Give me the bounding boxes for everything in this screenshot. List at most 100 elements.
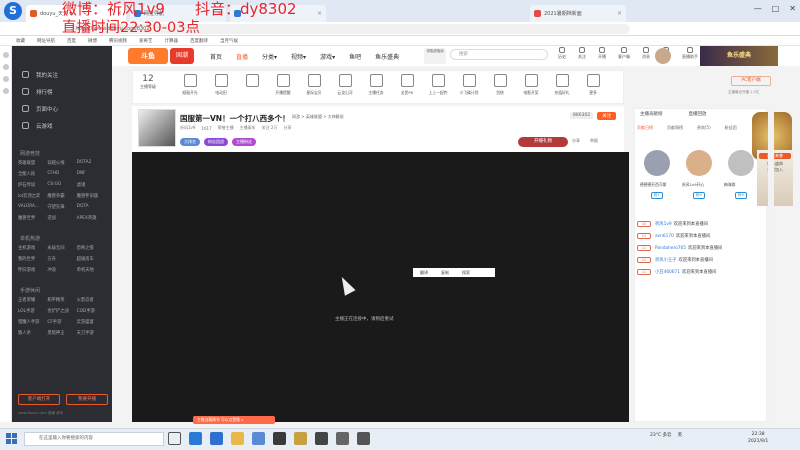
sidebar-game-link[interactable]: 逆战 bbox=[47, 215, 76, 221]
sidebar-game-link[interactable]: 主机游戏 bbox=[18, 245, 47, 251]
search-input[interactable]: 搜索 bbox=[450, 49, 548, 60]
store-icon[interactable] bbox=[252, 432, 265, 445]
context-menu-item[interactable]: 搜索 bbox=[462, 270, 470, 276]
nav-item[interactable]: 游戏▾ bbox=[320, 52, 335, 61]
room-meta-item[interactable]: 分享 bbox=[283, 125, 291, 131]
rank-subtab[interactable]: 贡献周榜 bbox=[667, 125, 683, 131]
event-banner[interactable]: 鱼乐盛典 bbox=[700, 46, 778, 66]
top-fan-avatar[interactable] bbox=[644, 150, 670, 176]
sidebar-game-link[interactable]: 恐怖之夜 bbox=[77, 245, 106, 251]
header-icon-item[interactable]: 直播助手 bbox=[682, 47, 698, 60]
bookmark-item[interactable]: 收藏 bbox=[16, 38, 25, 44]
toolbar-item[interactable] bbox=[238, 74, 266, 90]
header-icon-item[interactable]: 历史 bbox=[558, 47, 566, 60]
tab-close-icon[interactable]: × bbox=[617, 10, 622, 17]
rank-subtab[interactable]: 粉丝团 bbox=[725, 125, 737, 131]
sidebar-game-link[interactable]: 黑暗神王 bbox=[47, 330, 76, 336]
bookmark-item[interactable]: 百度 bbox=[67, 38, 76, 44]
toolbar-item[interactable]: 星际宝贝 bbox=[300, 74, 328, 96]
sidebar-game-link[interactable]: 全能人民 bbox=[18, 171, 47, 177]
bookmark-item[interactable]: 网址导航 bbox=[37, 38, 55, 44]
chat-username[interactable]: Pandahero765 bbox=[655, 246, 686, 251]
weather-text[interactable]: 23°C 多云 bbox=[650, 432, 672, 438]
sidebar-game-link[interactable]: 魔兽世界 bbox=[18, 215, 47, 221]
room-tag[interactable]: 大排名 bbox=[180, 138, 200, 146]
chat-username[interactable]: axn6170 bbox=[655, 234, 674, 239]
gift-open-button[interactable]: 开播礼物 bbox=[518, 137, 568, 147]
sidebar-game-link[interactable]: 冲浪 bbox=[47, 267, 76, 273]
close-icon[interactable]: ✕ bbox=[789, 4, 796, 13]
toolbar-item[interactable]: 顺鼓开光 bbox=[176, 74, 204, 96]
task-view-icon[interactable] bbox=[168, 432, 181, 445]
toolbar-item[interactable]: 全民PK bbox=[393, 74, 421, 96]
bookmark-item[interactable]: 腾讯视频 bbox=[109, 38, 127, 44]
tab-close-icon[interactable]: × bbox=[317, 10, 322, 17]
context-menu-item[interactable]: 翻译 bbox=[420, 270, 428, 276]
header-icon-item[interactable]: 开播 bbox=[598, 47, 606, 60]
nav-item[interactable]: 首页 bbox=[210, 52, 222, 61]
edge-icon[interactable] bbox=[189, 432, 202, 445]
toolbar-item[interactable]: 小飞碟计划 bbox=[455, 74, 483, 96]
sidebar-game-link[interactable]: 滤镜 bbox=[77, 182, 106, 188]
maximize-icon[interactable]: □ bbox=[772, 4, 780, 13]
sidebar-game-link[interactable]: CF手游 bbox=[47, 319, 76, 325]
nav-item[interactable]: 鱼乐盛典 bbox=[375, 52, 399, 61]
sidebar-item[interactable]: 排行榜 bbox=[12, 83, 112, 100]
promo-badge[interactable]: 领取超值版 bbox=[424, 48, 446, 64]
start-stream-button[interactable]: 我要开播 bbox=[66, 394, 108, 405]
room-tag[interactable]: 主播粉丝 bbox=[232, 138, 256, 146]
browser-tab[interactable]: 2021暑期档新面 × bbox=[530, 5, 626, 22]
sidebar-game-link[interactable]: 金铲铲之战 bbox=[47, 308, 76, 314]
panel-scrollbar[interactable] bbox=[768, 108, 774, 422]
header-icon-item[interactable]: 客户端 bbox=[618, 47, 630, 60]
toolbar-item[interactable]: 剑侠 bbox=[486, 74, 514, 96]
sidebar-game-link[interactable]: 我的世界 bbox=[18, 256, 47, 262]
sidebar-game-link[interactable]: COD手游 bbox=[77, 308, 106, 314]
folder-icon[interactable] bbox=[231, 432, 244, 445]
nav-item[interactable]: 分类▾ bbox=[262, 52, 277, 61]
sidebar-game-link[interactable]: 怀旧游戏 bbox=[18, 267, 47, 273]
sidebar-game-link[interactable]: 天刀手游 bbox=[77, 330, 106, 336]
nav-item[interactable]: 鱼吧 bbox=[349, 52, 361, 61]
rank-tab[interactable]: 直播回放 bbox=[689, 111, 707, 117]
pc-client-button[interactable]: PC客户端 bbox=[731, 76, 771, 86]
context-menu-item[interactable]: 复制 bbox=[441, 270, 449, 276]
site-logo[interactable]: 斗鱼 bbox=[128, 48, 168, 64]
toolbar-item[interactable]: 更多 bbox=[579, 74, 607, 96]
toolbar-item[interactable]: 上上一起钓 bbox=[424, 74, 452, 96]
top-fan-avatar[interactable] bbox=[686, 150, 712, 176]
rank-subtab[interactable]: 贡献日榜 bbox=[637, 125, 653, 131]
sidebar-item[interactable]: 我的关注 bbox=[12, 66, 112, 83]
rank-subtab[interactable]: 贵宾(5) bbox=[697, 125, 711, 131]
bookmark-item[interactable]: 微博 bbox=[88, 38, 97, 44]
toolbar-item[interactable]: 主播任务 bbox=[362, 74, 390, 96]
sidebar-game-link[interactable]: LOL手游 bbox=[18, 308, 47, 314]
bookmark-item[interactable]: 爱奇艺 bbox=[139, 38, 153, 44]
sidebar-game-link[interactable]: 穿越火线 bbox=[47, 160, 76, 166]
sidebar-game-link[interactable]: DOTA bbox=[77, 204, 106, 210]
chat-username[interactable]: 祈风小王子 bbox=[655, 257, 676, 263]
taskbar-search-input[interactable]: 在这里输入你要搜索的内容 bbox=[24, 432, 164, 446]
chat-username[interactable]: 祈风1v9 bbox=[655, 221, 672, 227]
tv-icon[interactable] bbox=[357, 432, 370, 445]
media-icon[interactable] bbox=[315, 432, 328, 445]
sidebar-game-link[interactable]: CFHD bbox=[47, 171, 76, 177]
room-meta-item[interactable]: 关注 2万 bbox=[262, 125, 278, 131]
sidebar-game-link[interactable]: 超级房车 bbox=[77, 256, 106, 262]
sidebar-item[interactable]: 页面中心 bbox=[12, 100, 112, 117]
client-open-button[interactable]: 客户端打开 bbox=[18, 394, 60, 405]
bookmark-item[interactable]: 当月气候 bbox=[220, 38, 238, 44]
streamer-avatar[interactable] bbox=[138, 109, 176, 147]
toolbar-item[interactable]: 云龙山河 bbox=[331, 74, 359, 96]
sidebar-game-link[interactable]: 方舟 bbox=[47, 256, 76, 262]
sidebar-game-link[interactable]: 王者荣耀 bbox=[18, 297, 47, 303]
chat-username[interactable]: 小丑460671 bbox=[655, 269, 680, 275]
room-category[interactable]: 网游 > 英雄联盟 > 大神解说 bbox=[292, 114, 344, 120]
rank-tab[interactable]: 主播贡献榜 bbox=[640, 111, 663, 117]
sidebar-game-link[interactable]: 永劫无间 bbox=[47, 245, 76, 251]
promo-card[interactable]: 高能来袭 鱼乐盛典 全民加入 bbox=[757, 150, 793, 206]
sidebar-game-link[interactable]: DOTA2 bbox=[77, 160, 106, 166]
report-button[interactable]: 举报 bbox=[590, 138, 598, 144]
game-icon[interactable] bbox=[294, 432, 307, 445]
header-icon-item[interactable]: 消息 bbox=[642, 47, 650, 60]
